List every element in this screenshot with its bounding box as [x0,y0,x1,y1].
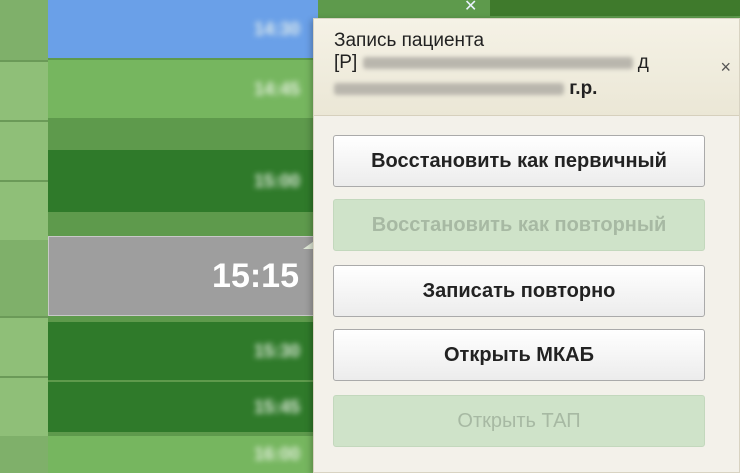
time-slot-label: 15:45 [253,396,300,417]
time-slot[interactable]: 15:30 [48,322,318,380]
time-slot-selected[interactable]: 15:15 [48,236,318,316]
time-slot[interactable]: 15:45 [48,382,318,432]
time-slot-label: 16:00 [253,444,300,464]
right-column [490,0,740,16]
time-slot-label: 14:30 [253,18,300,39]
birthdate-redacted [334,82,564,95]
time-slot-label: 15:30 [253,340,300,361]
time-slot-label: 15:15 [212,256,299,295]
record-again-button[interactable]: Записать повторно [333,265,705,317]
restore-repeat-button[interactable]: Восстановить как повторный [333,199,705,251]
open-tap-button[interactable]: Открыть ТАП [333,395,705,447]
time-slot-label: 15:00 [253,170,300,191]
popup-header: Запись пациента [Р] д г.р. × [314,19,739,116]
close-icon[interactable]: ✕ [464,0,477,16]
restore-primary-button[interactable]: Восстановить как первичный [333,135,705,187]
time-slot[interactable]: 15:00 [48,150,318,212]
birth-suffix: г.р. [569,78,598,99]
left-cell [0,180,48,240]
patient-name-tail: д [637,52,649,73]
appointment-popup: Запись пациента [Р] д г.р. × Восстановит… [313,18,740,473]
patient-birth-line: г.р. [334,79,597,99]
left-cell [0,60,48,120]
close-icon[interactable]: × [720,57,731,78]
open-mkab-button[interactable]: Открыть МКАБ [333,329,705,381]
patient-line: [Р] д [334,53,649,73]
left-cell [0,120,48,180]
left-cell [0,376,48,436]
patient-name-redacted [362,56,633,69]
left-cell [0,316,48,376]
time-slot-label: 14:45 [253,78,300,99]
time-slot[interactable]: 16:00 [48,436,318,473]
left-column [0,0,48,473]
time-slot[interactable]: 14:30 [48,0,318,58]
popup-title: Запись пациента [334,30,485,51]
patient-code: [Р] [334,52,358,73]
time-slot[interactable]: 14:45 [48,60,318,118]
